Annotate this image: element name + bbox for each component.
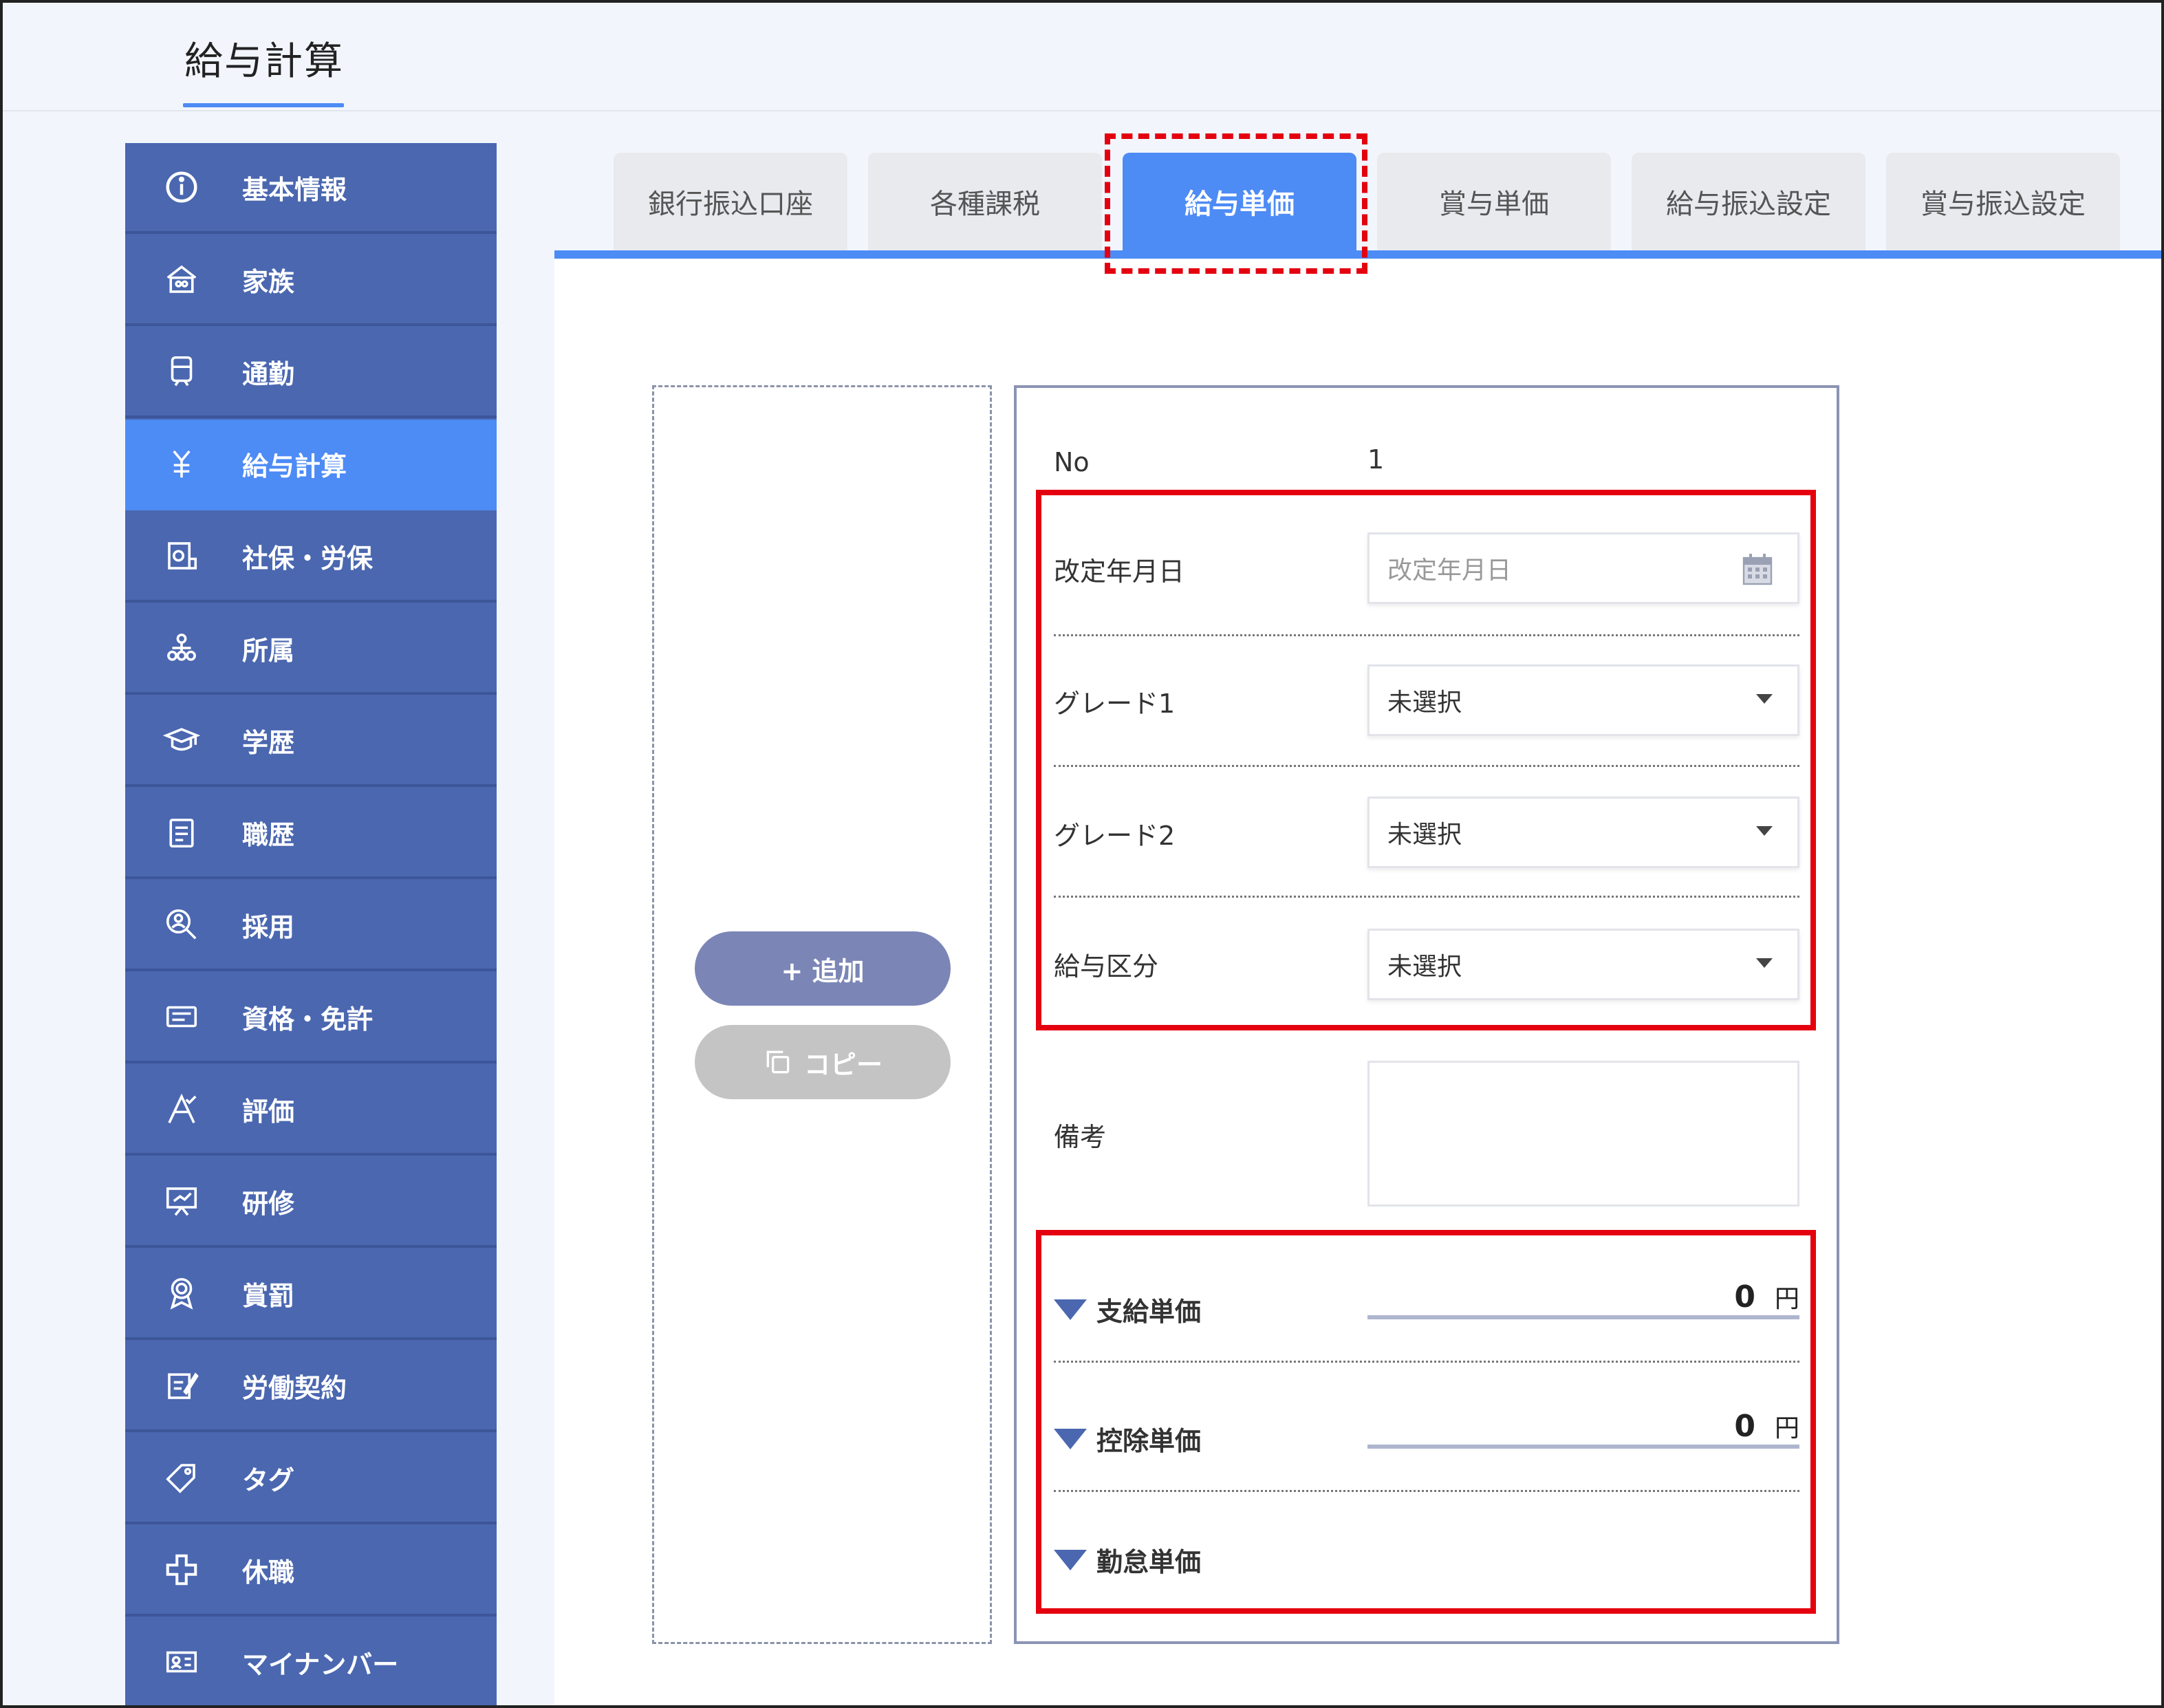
tab-bank-account[interactable]: 銀行振込口座 — [614, 153, 847, 250]
tab-salary-transfer[interactable]: 給与振込設定 — [1632, 153, 1865, 250]
evaluation-icon — [161, 1088, 202, 1129]
sidebar: 基本情報 家族 通勤 給与計算 社保・労保 所属 学歴 職歴 採用 資格・免許 … — [125, 143, 497, 1705]
active-tab-highlight — [1105, 133, 1367, 274]
copy-button-label: コピー — [803, 1049, 883, 1080]
graduation-cap-icon — [161, 720, 202, 761]
sidebar-item-label: タグ — [242, 1464, 295, 1495]
contract-icon — [161, 1365, 202, 1406]
train-icon — [161, 351, 202, 392]
copy-icon — [766, 1050, 790, 1074]
insurance-icon — [161, 535, 202, 576]
sidebar-item-label: マイナンバー — [242, 1649, 399, 1680]
sidebar-item-label: 学歴 — [242, 727, 295, 758]
id-card-icon — [161, 1641, 202, 1683]
license-card-icon — [161, 996, 202, 1037]
tab-bonus-transfer[interactable]: 賞与振込設定 — [1886, 153, 2120, 250]
header-divider — [3, 110, 2161, 111]
training-board-icon — [161, 1180, 202, 1222]
payroll-icon — [161, 443, 202, 484]
add-button[interactable]: + 追加 — [695, 931, 951, 1006]
no-label: No — [1054, 447, 1090, 477]
sidebar-item-payroll[interactable]: 給与計算 — [125, 420, 497, 510]
sidebar-item-tag[interactable]: タグ — [125, 1434, 497, 1524]
sidebar-item-leave[interactable]: 休職 — [125, 1526, 497, 1617]
page-title-underline — [183, 103, 344, 107]
sidebar-item-label: 給与計算 — [242, 451, 347, 482]
app-window: 給与計算 基本情報 家族 通勤 給与計算 社保・労保 所属 学歴 職歴 採用 資… — [0, 0, 2164, 1708]
sidebar-item-rewards[interactable]: 賞罰 — [125, 1249, 497, 1340]
sidebar-item-basic-info[interactable]: 基本情報 — [125, 143, 497, 234]
annotation-box-rate-sections — [1036, 1230, 1816, 1614]
org-chart-icon — [161, 627, 202, 669]
sidebar-item-label: 通勤 — [242, 358, 295, 389]
sidebar-item-label: 研修 — [242, 1188, 295, 1219]
sidebar-item-label: 職歴 — [242, 819, 295, 850]
sidebar-item-label: 賞罰 — [242, 1280, 295, 1311]
sidebar-item-affiliation[interactable]: 所属 — [125, 604, 497, 695]
info-icon — [161, 166, 202, 208]
sidebar-item-label: 資格・免許 — [242, 1004, 374, 1035]
sidebar-item-labor-contract[interactable]: 労働契約 — [125, 1341, 497, 1432]
sidebar-item-evaluation[interactable]: 評価 — [125, 1065, 497, 1156]
copy-button[interactable]: コピー — [695, 1025, 951, 1099]
leave-cross-icon — [161, 1549, 202, 1590]
sidebar-item-education[interactable]: 学歴 — [125, 696, 497, 787]
sidebar-item-commute[interactable]: 通勤 — [125, 327, 497, 418]
sidebar-item-qualifications[interactable]: 資格・免許 — [125, 973, 497, 1063]
page-title: 給与計算 — [184, 39, 344, 84]
recruit-search-icon — [161, 904, 202, 945]
sidebar-item-work-history[interactable]: 職歴 — [125, 788, 497, 879]
sidebar-item-label: 家族 — [242, 266, 295, 297]
sidebar-item-training[interactable]: 研修 — [125, 1157, 497, 1248]
annotation-box-basic-fields — [1036, 490, 1816, 1030]
sidebar-item-label: 採用 — [242, 911, 295, 942]
sidebar-item-label: 所属 — [242, 635, 295, 666]
record-list — [652, 385, 992, 1644]
sidebar-item-insurance[interactable]: 社保・労保 — [125, 512, 497, 603]
sidebar-item-label: 休職 — [242, 1557, 295, 1588]
sidebar-item-label: 基本情報 — [242, 174, 347, 205]
sidebar-item-label: 労働契約 — [242, 1372, 347, 1403]
tab-bonus-rate[interactable]: 賞与単価 — [1377, 153, 1611, 250]
sidebar-item-my-number[interactable]: マイナンバー — [125, 1618, 497, 1705]
house-icon — [161, 259, 202, 300]
award-icon — [161, 1273, 202, 1314]
sidebar-item-recruitment[interactable]: 採用 — [125, 880, 497, 971]
sidebar-item-label: 評価 — [242, 1096, 295, 1127]
tab-taxes[interactable]: 各種課税 — [868, 153, 1102, 250]
tag-icon — [161, 1457, 202, 1498]
no-value: 1 — [1367, 444, 1385, 475]
sidebar-item-family[interactable]: 家族 — [125, 235, 497, 326]
resume-icon — [161, 812, 202, 853]
sidebar-item-label: 社保・労保 — [242, 543, 374, 574]
remarks-textarea[interactable] — [1367, 1061, 1799, 1207]
remarks-label: 備考 — [1054, 1122, 1107, 1152]
